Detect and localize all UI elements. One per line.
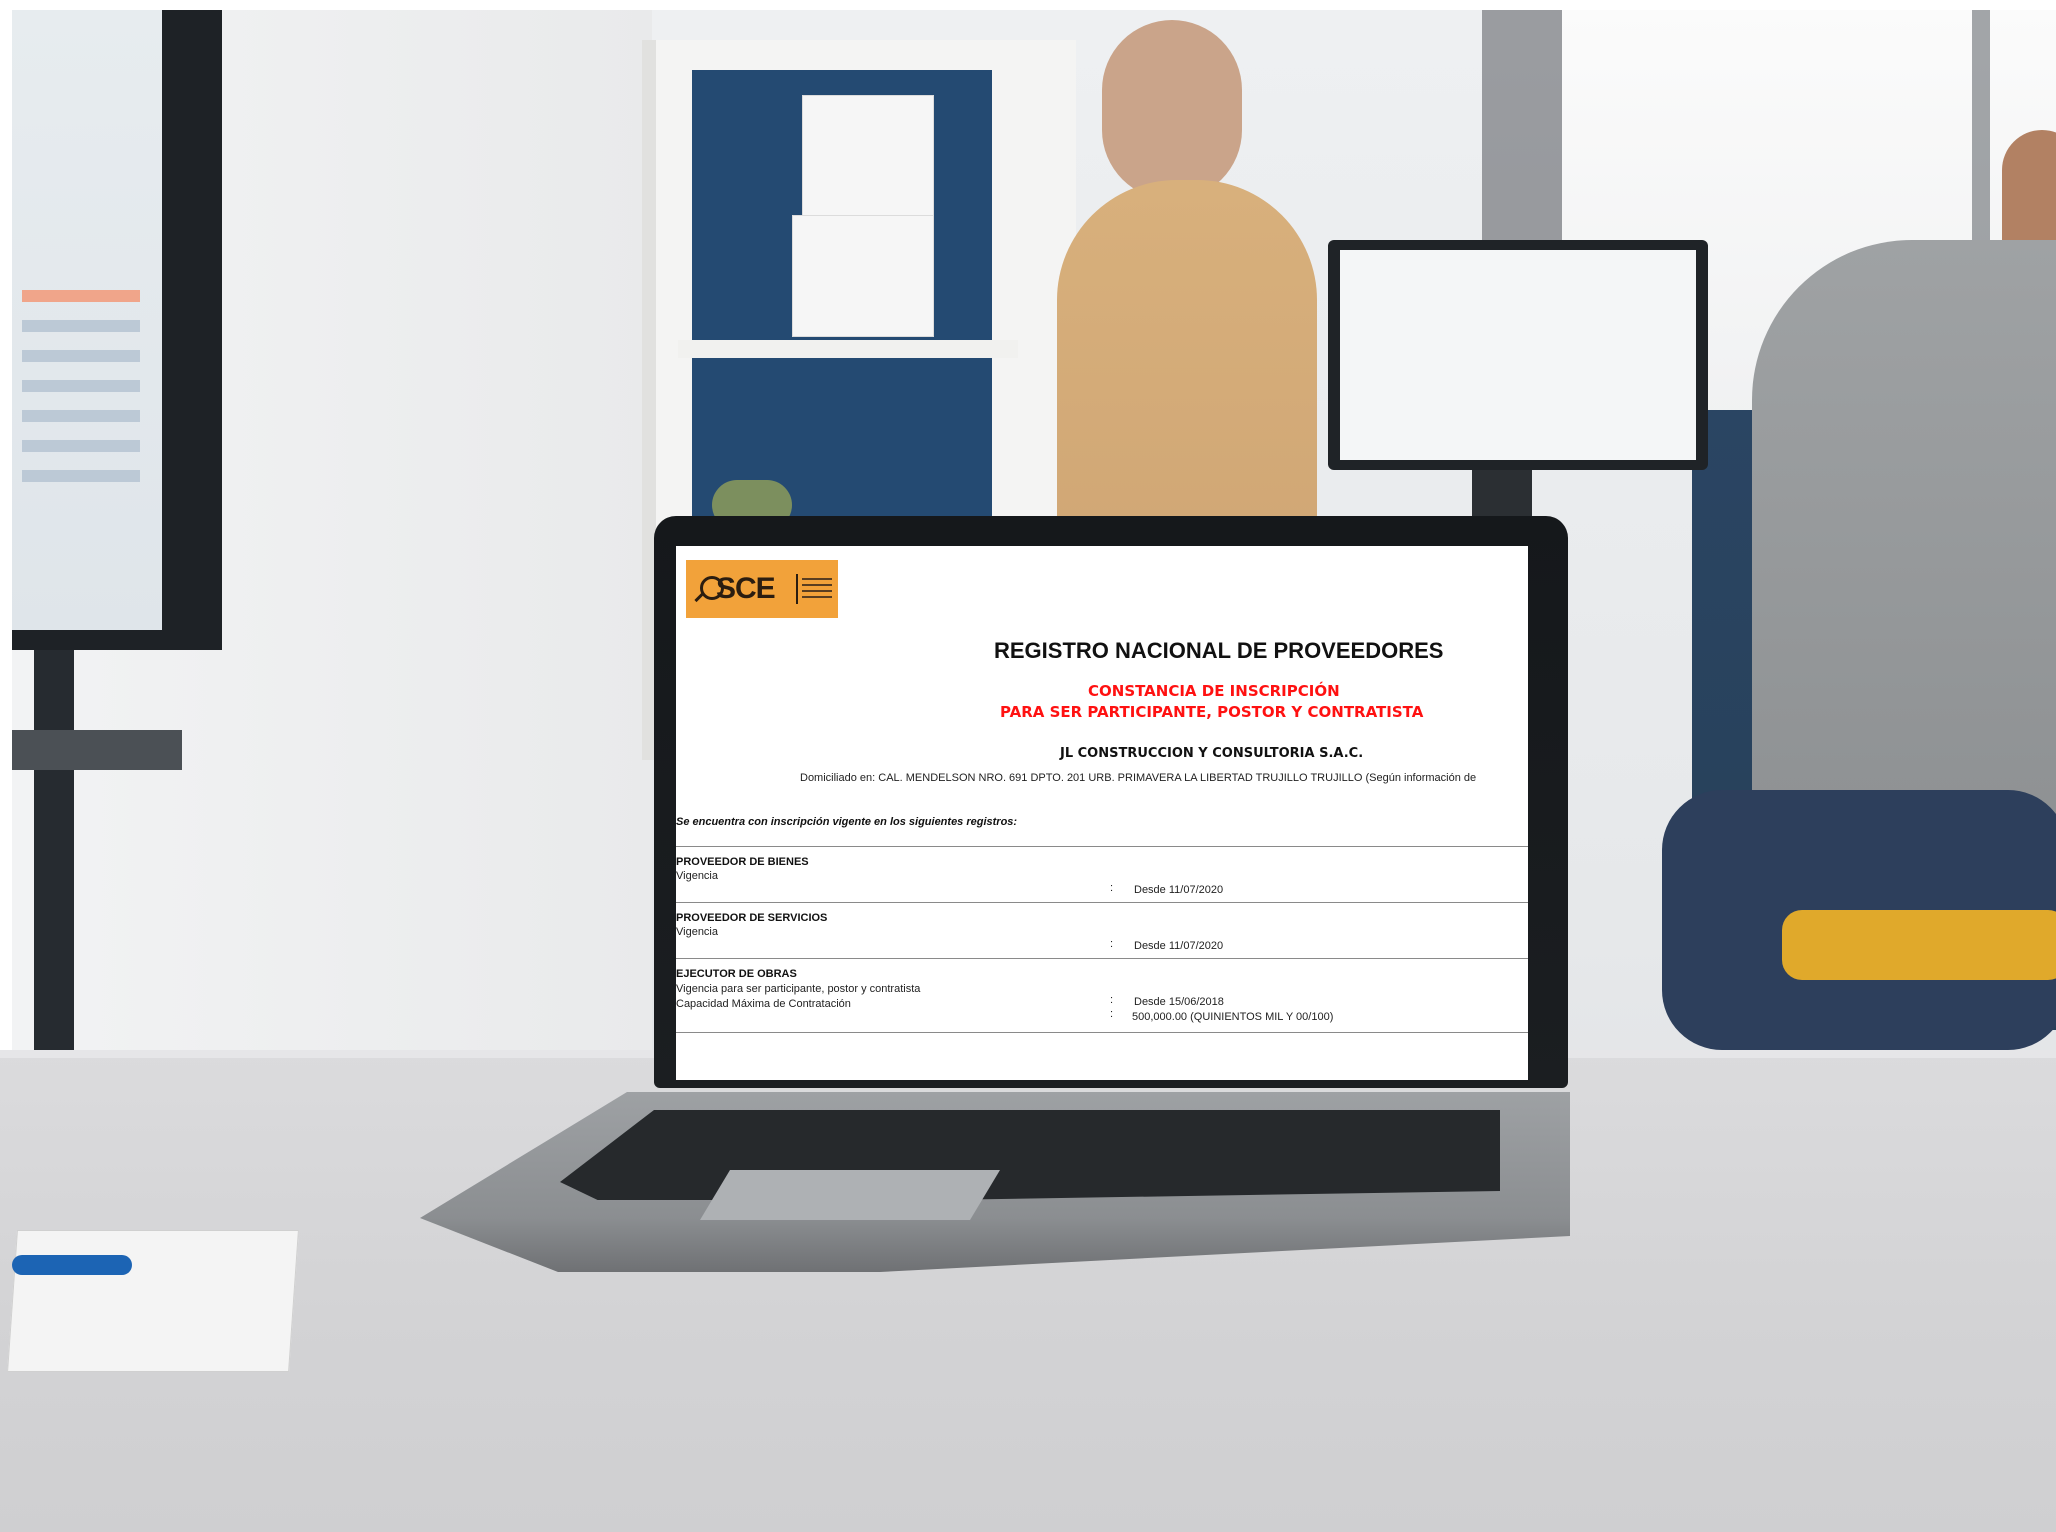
storage-box — [792, 215, 934, 337]
notebook — [7, 1230, 299, 1372]
section-divider — [676, 1032, 1528, 1033]
logo-fine-print — [802, 584, 832, 586]
section-divider — [676, 902, 1528, 903]
registry-row-label: Vigencia — [676, 870, 718, 882]
display-line — [22, 290, 140, 302]
background-monitor-screen — [1340, 250, 1696, 460]
logo-fine-print — [802, 596, 832, 598]
display-line — [22, 320, 140, 332]
display-screen — [12, 10, 162, 630]
registry-row-value: 500,000.00 (QUINIENTOS MIL Y 00/100) — [1132, 1011, 1334, 1023]
logo-fine-print — [802, 578, 832, 580]
section-divider — [676, 958, 1528, 959]
person-man — [1752, 240, 2056, 840]
document-subtitle-line1: CONSTANCIA DE INSCRIPCIÓN — [1088, 682, 1340, 700]
registry-name: PROVEEDOR DE BIENES — [676, 856, 809, 868]
display-line — [22, 470, 140, 482]
logo-fine-print — [802, 590, 832, 592]
display-line — [22, 350, 140, 362]
display-line — [22, 440, 140, 452]
logo-divider — [796, 574, 798, 604]
registry-row-value: Desde 15/06/2018 — [1134, 996, 1224, 1008]
registry-row-label: Capacidad Máxima de Contratación — [676, 998, 851, 1010]
yellow-chair — [1782, 910, 2056, 980]
display-line — [22, 380, 140, 392]
laptop-trackpad — [700, 1170, 1000, 1220]
company-address: Domiciliado en: CAL. MENDELSON NRO. 691 … — [800, 772, 1477, 784]
registry-row-label: Vigencia — [676, 926, 718, 938]
separator: : — [1110, 938, 1114, 950]
magnifier-handle — [694, 592, 704, 603]
person-head — [1102, 20, 1242, 200]
registry-row-value: Desde 11/07/2020 — [1134, 884, 1224, 896]
document-subtitle-line2: PARA SER PARTICIPANTE, POSTOR Y CONTRATI… — [1000, 703, 1424, 721]
pen — [12, 1255, 132, 1275]
separator: : — [1110, 882, 1114, 894]
registry-row-label: Vigencia para ser participante, postor y… — [676, 983, 921, 995]
storage-box — [802, 95, 934, 217]
section-divider — [676, 846, 1528, 847]
photo-scene: SCE REGISTRO NACIONAL DE PROVEEDORES CON… — [0, 0, 2056, 1532]
registry-row-value: Desde 11/07/2020 — [1134, 940, 1224, 952]
display-line — [22, 410, 140, 422]
display-shelf — [12, 730, 182, 770]
registry-intro: Se encuentra con inscripción vigente en … — [676, 816, 1018, 828]
logo-text: SCE — [716, 572, 776, 605]
document-title: REGISTRO NACIONAL DE PROVEEDORES — [994, 638, 1444, 663]
shelf-board — [678, 340, 1018, 358]
registry-name: EJECUTOR DE OBRAS — [676, 968, 797, 980]
company-name: JL CONSTRUCCION Y CONSULTORIA S.A.C. — [1060, 746, 1364, 761]
registry-name: PROVEEDOR DE SERVICIOS — [676, 912, 828, 924]
separator: : — [1110, 1008, 1114, 1020]
rnp-certificate-document: SCE REGISTRO NACIONAL DE PROVEEDORES CON… — [676, 546, 1528, 1080]
osce-logo: SCE — [686, 560, 838, 618]
laptop-keyboard — [560, 1110, 1500, 1200]
separator: : — [1110, 994, 1114, 1006]
